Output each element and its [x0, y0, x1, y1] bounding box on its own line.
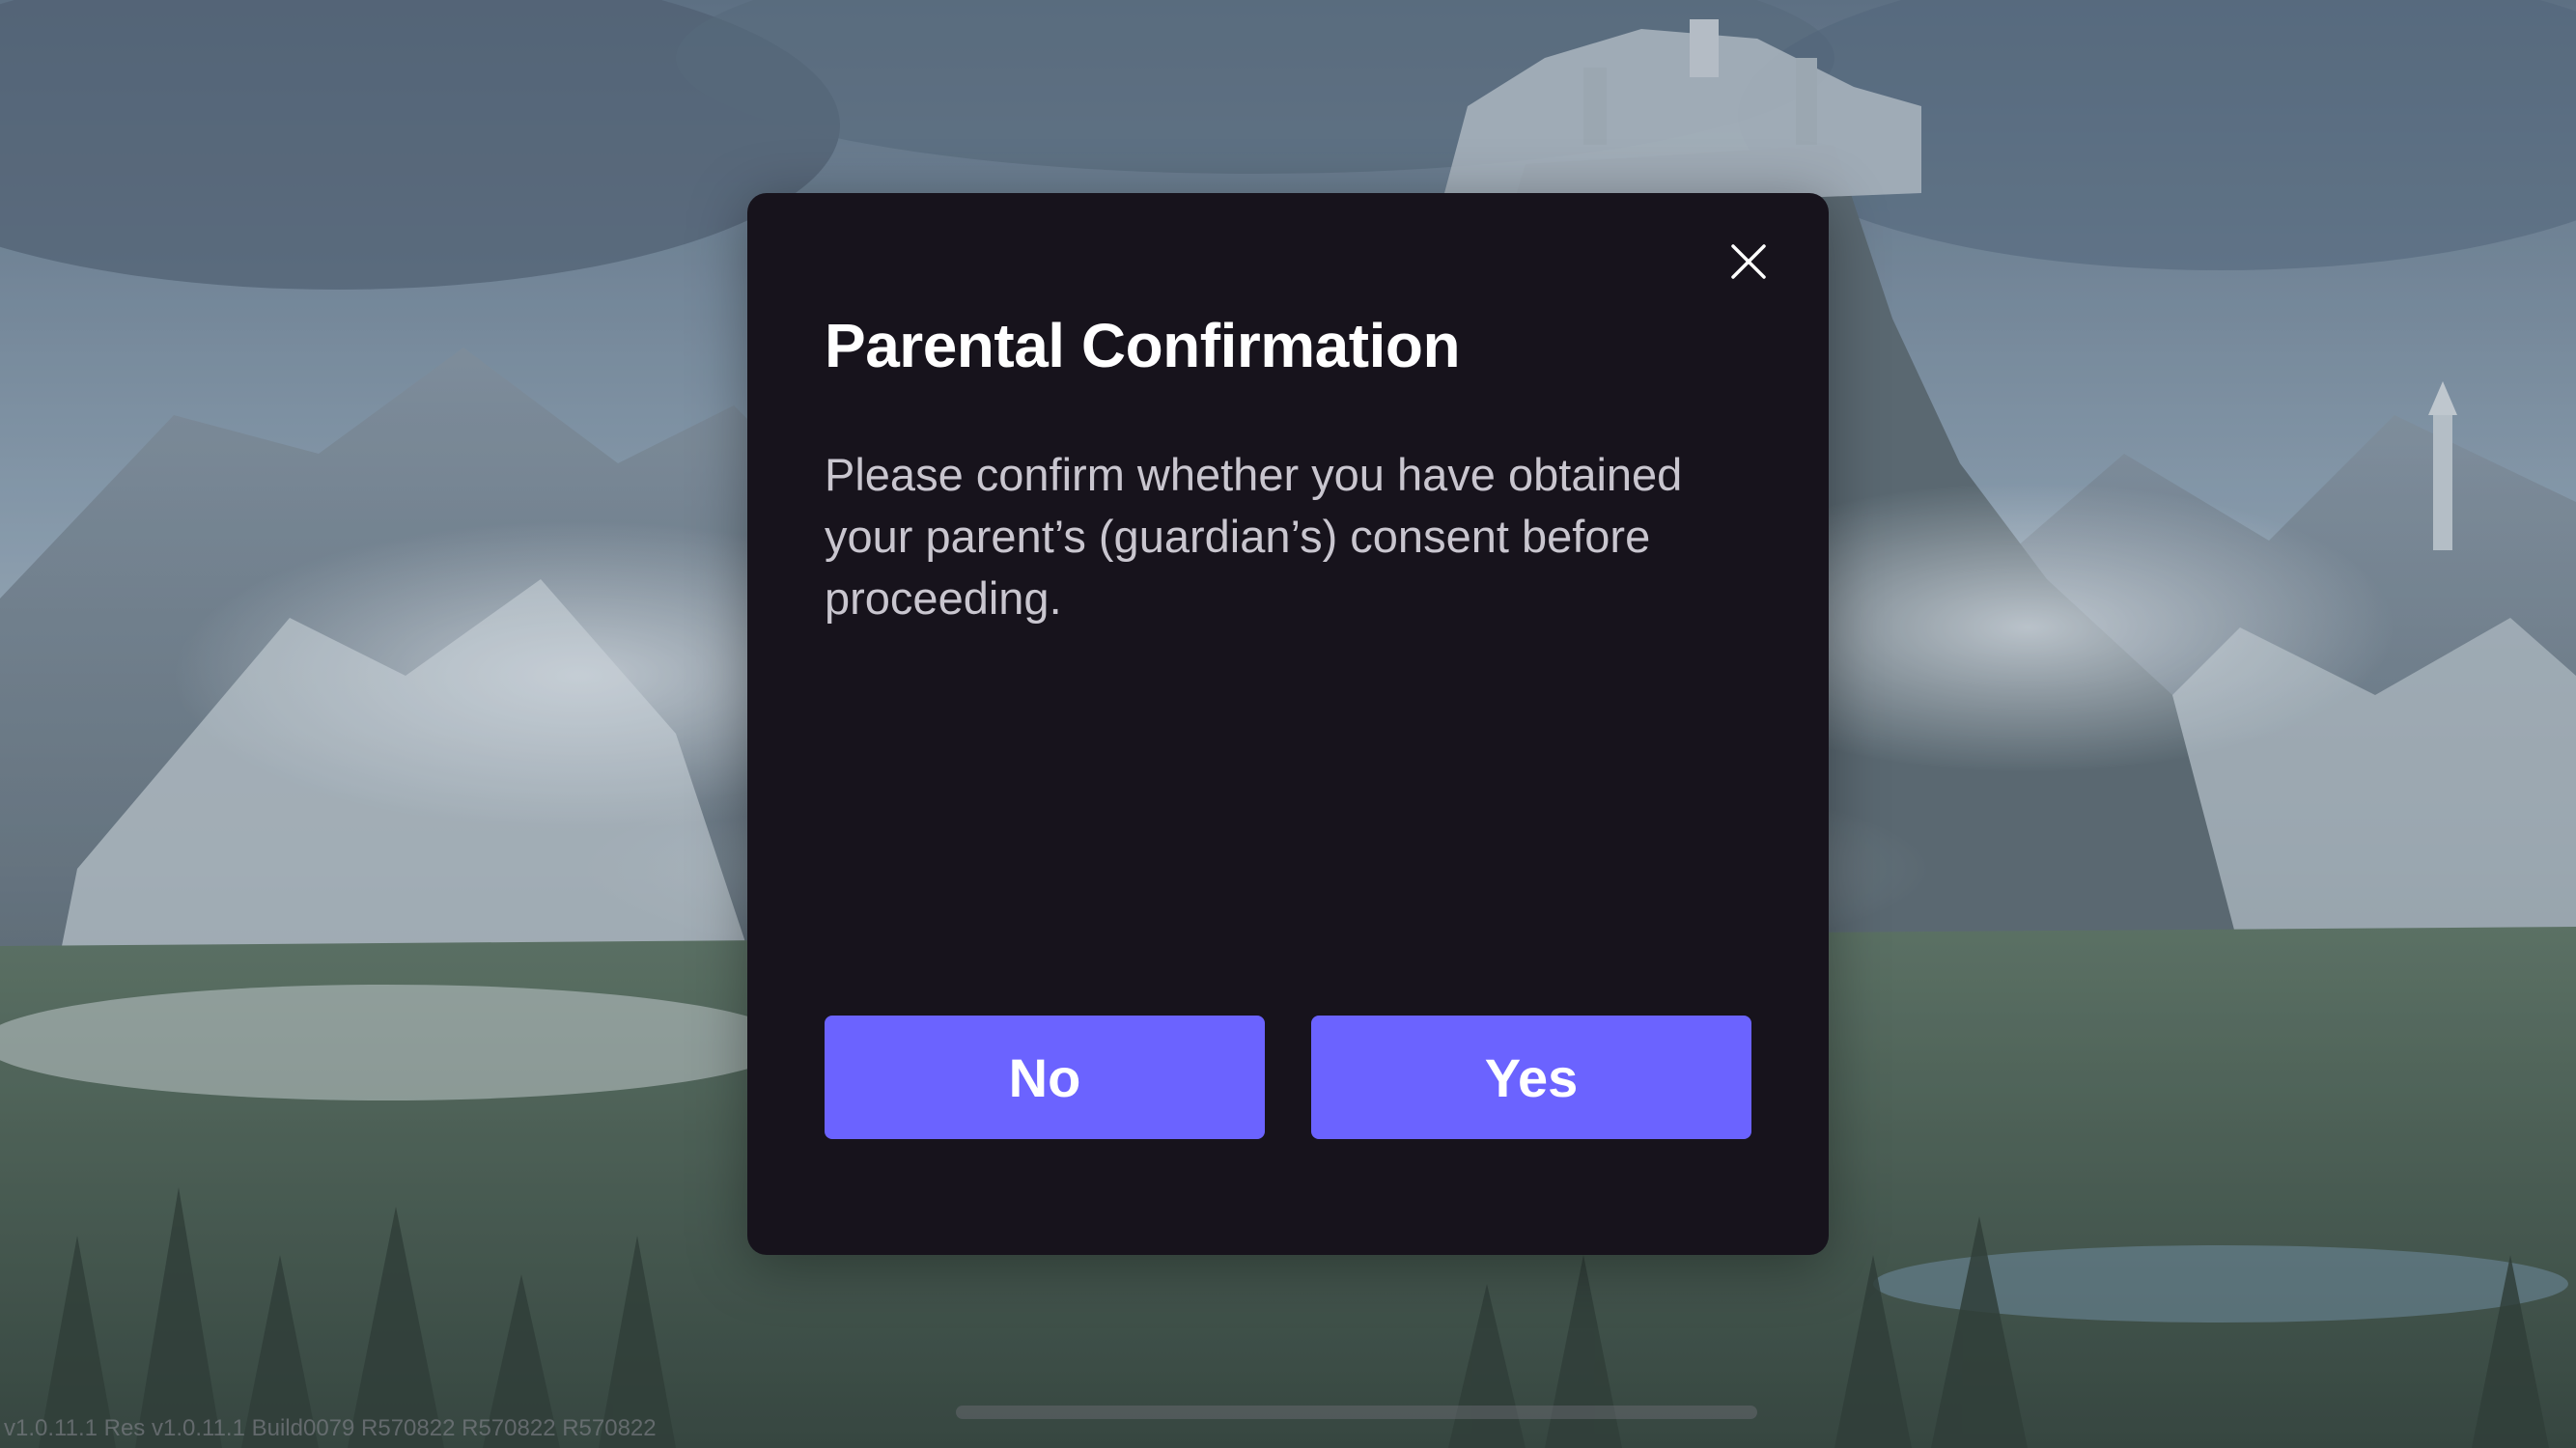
close-icon: [1731, 244, 1766, 279]
close-button[interactable]: [1722, 236, 1775, 288]
dialog-title: Parental Confirmation: [825, 311, 1461, 380]
home-indicator-bar[interactable]: [956, 1406, 1757, 1419]
build-version-text: v1.0.11.1 Res v1.0.11.1 Build0079 R57082…: [4, 1415, 657, 1441]
yes-button[interactable]: Yes: [1311, 1016, 1751, 1139]
parental-confirmation-dialog: Parental Confirmation Please confirm whe…: [747, 193, 1829, 1255]
dialog-message: Please confirm whether you have obtained…: [825, 449, 1683, 624]
no-button[interactable]: No: [825, 1016, 1265, 1139]
game-screen: Parental Confirmation Please confirm whe…: [0, 0, 2576, 1448]
